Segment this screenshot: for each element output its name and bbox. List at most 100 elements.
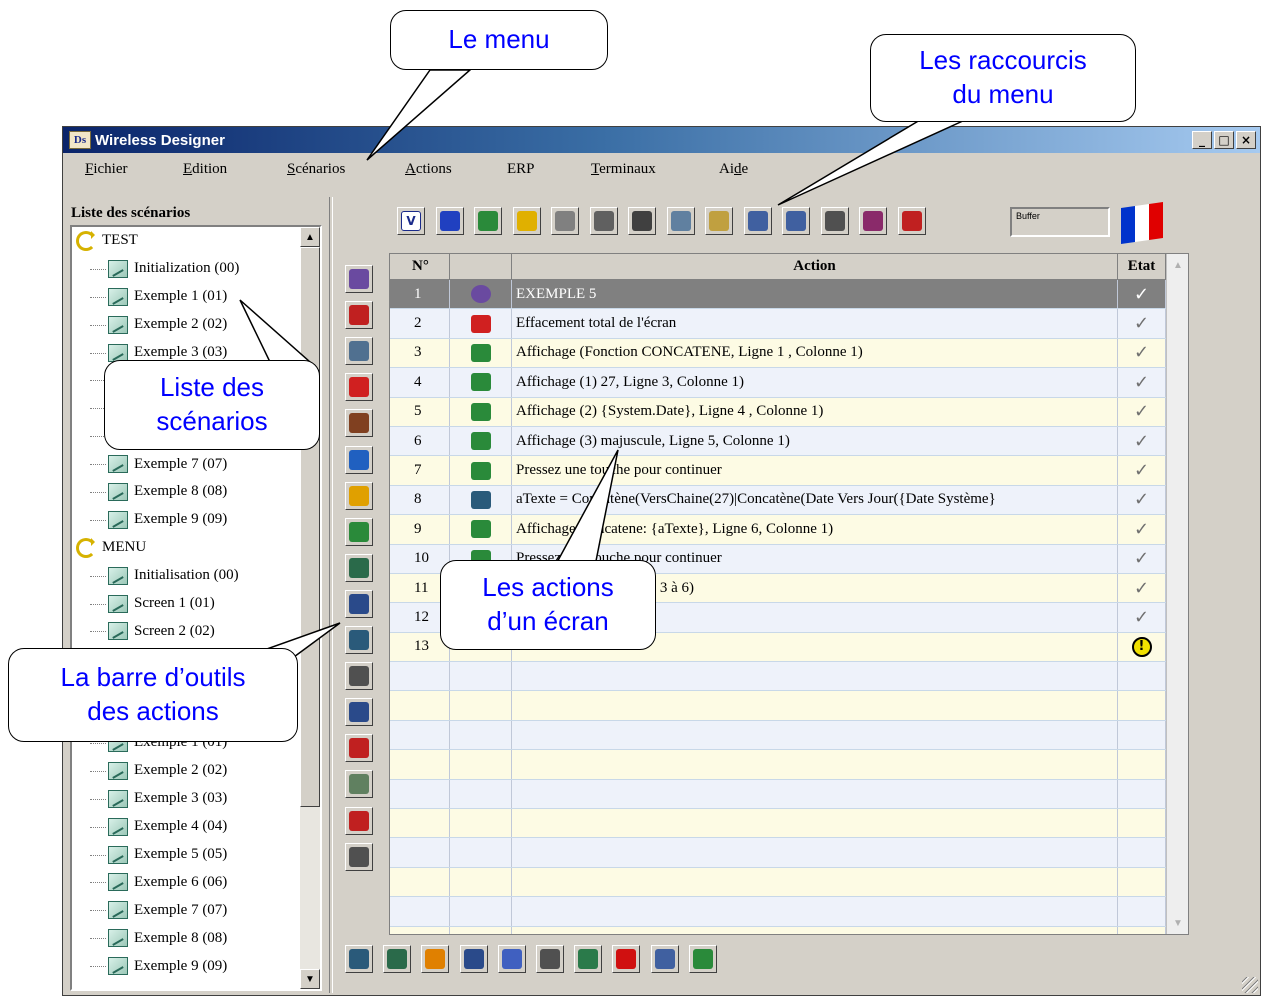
tree-item[interactable]: Exemple 3 (03) xyxy=(72,785,302,813)
trash-button[interactable] xyxy=(589,207,618,235)
action-display-button[interactable] xyxy=(345,301,373,330)
menu-fichier[interactable]: Fichier xyxy=(85,161,128,178)
action-edit-button[interactable] xyxy=(345,662,373,691)
scroll-thumb[interactable] xyxy=(300,247,320,807)
tree-item[interactable]: Exemple 9 (09) xyxy=(72,506,302,534)
tree-item[interactable]: Exemple 7 (07) xyxy=(72,896,302,924)
table-row[interactable]: 6 Affichage (3) majuscule, Ligne 5, Colon… xyxy=(390,426,1166,457)
graph-button[interactable] xyxy=(474,207,502,235)
action-flowchart-button[interactable] xyxy=(345,589,373,618)
bottom-columns-button[interactable] xyxy=(574,945,603,973)
tree-item[interactable]: Initialization (00) xyxy=(72,255,302,283)
tree-item[interactable]: Exemple 8 (08) xyxy=(72,924,302,952)
table-row[interactable]: 7 Pressez une touche pour continuer ✓ xyxy=(390,456,1166,486)
action-bell-button[interactable] xyxy=(345,481,373,510)
scenario-tree[interactable]: TEST Initialization (00) Exemple 1 (01) Exe… xyxy=(70,225,322,991)
col-etat-header[interactable]: Etat xyxy=(1118,254,1166,280)
table-row[interactable]: 8 aTexte = Concatène(VersChaine(27)|Conca… xyxy=(390,485,1166,516)
action-terminal-button[interactable] xyxy=(345,698,373,727)
eraser-button[interactable] xyxy=(551,207,579,235)
windows-button[interactable] xyxy=(512,207,541,235)
buffer-field[interactable]: Buffer xyxy=(1010,207,1110,237)
outdent-button[interactable] xyxy=(743,207,772,235)
validate-v-button[interactable]: V xyxy=(397,207,425,235)
panel-splitter[interactable] xyxy=(329,197,333,993)
tree-item[interactable]: Exemple 9 (09) xyxy=(72,952,302,980)
action-palm-button[interactable] xyxy=(345,517,373,546)
table-row[interactable]: 1 EXEMPLE 5 ✓ xyxy=(390,280,1166,310)
table-row[interactable] xyxy=(390,720,1166,751)
menu-erp[interactable]: ERP xyxy=(507,161,535,178)
help-button[interactable] xyxy=(897,207,926,235)
table-row[interactable]: 3 Affichage (Fonction CONCATENE, Ligne 1 … xyxy=(390,338,1166,369)
table-row[interactable]: 9 Affichage Concatene: {aTexte}, Ligne 6,… xyxy=(390,515,1166,545)
scroll-up-button[interactable]: ▲ xyxy=(300,227,320,247)
tree-item[interactable]: Exemple 1 (01) xyxy=(72,283,302,311)
table-row[interactable] xyxy=(390,691,1166,721)
close-button[interactable]: × xyxy=(1236,131,1256,149)
scroll-down-button[interactable]: ▼ xyxy=(300,969,320,989)
bottom-import-button[interactable] xyxy=(650,945,679,973)
table-row[interactable] xyxy=(390,926,1166,934)
tree-item[interactable]: Exemple 7 (07) xyxy=(72,450,302,478)
bottom-signature-button[interactable] xyxy=(383,945,412,973)
resize-grip[interactable] xyxy=(1242,977,1258,993)
tree-item[interactable]: Initialisation (00) xyxy=(72,562,302,590)
debug-button[interactable] xyxy=(435,207,464,235)
tree-item[interactable]: Exemple 4 (04) xyxy=(72,813,302,841)
tree-item[interactable]: Screen 1 (01) xyxy=(72,590,302,618)
action-barcode-button[interactable] xyxy=(345,734,373,763)
action-signal-button[interactable] xyxy=(345,806,373,835)
french-flag-icon[interactable] xyxy=(1121,202,1163,244)
bottom-diamond-button[interactable] xyxy=(497,945,526,973)
table-row[interactable]: 4 Affichage (1) 27, Ligne 3, Colonne 1) ✓ xyxy=(390,368,1166,398)
bottom-disc-button[interactable] xyxy=(421,945,450,973)
bottom-exit-button[interactable] xyxy=(688,945,717,973)
bottom-calculator-button[interactable] xyxy=(345,945,373,973)
action-back-arrow-button[interactable] xyxy=(345,445,373,474)
action-calculator-button[interactable] xyxy=(345,626,373,654)
tree-item[interactable]: Exemple 2 (02) xyxy=(72,757,302,785)
menu-actions[interactable]: Actions xyxy=(405,161,452,178)
maximize-button[interactable]: □ xyxy=(1214,131,1234,149)
tree-scrollbar[interactable]: ▲ ▼ xyxy=(300,227,320,989)
grid-scroll-down-button[interactable]: ▼ xyxy=(1169,914,1187,932)
indent-button[interactable] xyxy=(782,207,810,235)
minimize-button[interactable]: _ xyxy=(1192,131,1212,149)
action-network-button[interactable] xyxy=(345,553,373,582)
table-row[interactable]: 2 Effacement total de l'écran ✓ xyxy=(390,309,1166,339)
menu-scnarios[interactable]: Scénarios xyxy=(287,161,345,178)
book-button[interactable] xyxy=(859,207,887,235)
menu-terminaux[interactable]: Terminaux xyxy=(591,161,656,178)
tree-item[interactable]: Exemple 6 (06) xyxy=(72,868,302,896)
tree-group[interactable]: TEST xyxy=(72,227,302,255)
action-properties-button[interactable] xyxy=(345,337,373,366)
menu-edition[interactable]: Edition xyxy=(183,161,227,178)
tree-group[interactable]: MENU xyxy=(72,534,302,562)
copy-button[interactable] xyxy=(666,207,695,235)
title-bar[interactable]: Ds Wireless Designer _ □ × xyxy=(63,127,1260,153)
table-row[interactable] xyxy=(390,867,1166,898)
paste-button[interactable] xyxy=(705,207,733,235)
action-screen-button[interactable] xyxy=(345,842,373,871)
action-eraser-button[interactable] xyxy=(345,373,373,402)
table-row[interactable] xyxy=(390,662,1166,692)
col-action-header[interactable]: Action xyxy=(512,254,1118,280)
table-row[interactable] xyxy=(390,750,1166,780)
bottom-device-button[interactable] xyxy=(536,945,564,973)
tree-item[interactable]: Exemple 8 (08) xyxy=(72,478,302,506)
action-pipe-button[interactable] xyxy=(345,770,373,799)
action-sign-button[interactable] xyxy=(345,409,373,438)
print-button[interactable] xyxy=(820,207,849,235)
table-row[interactable] xyxy=(390,838,1166,868)
table-row[interactable] xyxy=(390,897,1166,927)
bottom-alert-button[interactable] xyxy=(612,945,641,973)
menu-aide[interactable]: Aide xyxy=(719,161,748,178)
tree-item[interactable]: Screen 2 (02) xyxy=(72,617,302,645)
tree-item[interactable]: Exemple 2 (02) xyxy=(72,311,302,339)
grid-scroll-up-button[interactable]: ▲ xyxy=(1169,256,1187,274)
col-num-header[interactable]: N° xyxy=(390,254,450,280)
table-row[interactable]: 5 Affichage (2) {System.Date}, Ligne 4 , … xyxy=(390,397,1166,427)
cut-button[interactable] xyxy=(628,207,656,235)
table-row[interactable] xyxy=(390,809,1166,839)
